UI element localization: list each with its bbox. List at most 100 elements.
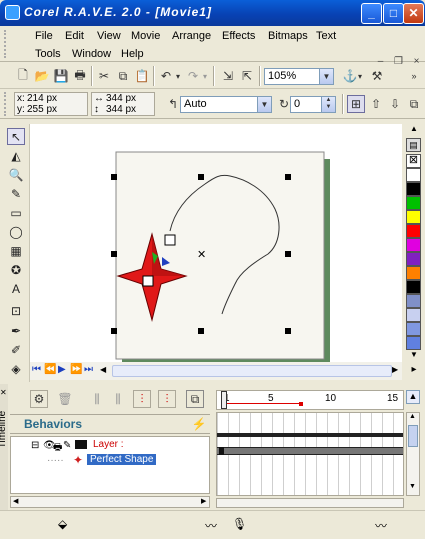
color-swatch[interactable] — [406, 238, 421, 252]
selection-handle[interactable] — [285, 174, 291, 180]
snap-dropdown-icon[interactable]: ▾ — [356, 67, 364, 85]
shape-tool-icon[interactable]: ◭ — [7, 147, 25, 164]
play-icon[interactable]: ▶ — [58, 364, 66, 375]
minimize-button[interactable]: _ — [361, 3, 382, 24]
color-swatch[interactable] — [406, 252, 421, 266]
rotation-field[interactable]: 0 ▲ ▼ — [290, 96, 336, 113]
menu-bitmaps[interactable]: Bitmaps — [268, 30, 308, 42]
scroll-right-icon[interactable]: ▶ — [201, 497, 206, 505]
menu-text[interactable]: Text — [316, 30, 336, 42]
color-swatch[interactable] — [406, 210, 421, 224]
align-icon[interactable]: ⫼ — [88, 390, 106, 408]
order-icon[interactable]: ⧉ — [405, 95, 423, 113]
color-swatch[interactable] — [406, 308, 421, 322]
first-frame-icon[interactable]: ⏮ — [32, 364, 41, 375]
maximize-button[interactable]: □ — [383, 3, 404, 24]
copy-frames-icon[interactable]: ⧉ — [186, 390, 204, 408]
ellipse-tool-icon[interactable]: ◯ — [7, 223, 25, 240]
export-icon[interactable]: ⇱ — [238, 67, 256, 85]
options-icon[interactable]: ⚒ — [368, 67, 386, 85]
graph-tool-icon[interactable]: ▦ — [7, 242, 25, 259]
color-swatch[interactable] — [406, 280, 421, 294]
rectangle-tool-icon[interactable]: ▭ — [7, 204, 25, 221]
selection-handle[interactable] — [285, 251, 291, 257]
w-value[interactable]: 344 px — [106, 94, 136, 104]
object-frames-bar[interactable] — [217, 447, 403, 455]
outline-tool-icon[interactable]: ✐ — [7, 341, 25, 358]
selection-handle[interactable] — [111, 328, 117, 334]
freehand-tool-icon[interactable]: ✎ — [7, 185, 25, 202]
close-button[interactable]: ✕ — [403, 3, 424, 24]
color-swatch[interactable] — [406, 322, 421, 336]
frame-vertical-scrollbar[interactable]: ▲ ▼ — [406, 412, 420, 496]
open-icon[interactable]: 📂 — [33, 67, 51, 85]
frame-grid[interactable] — [216, 412, 404, 496]
center-handle[interactable] — [142, 275, 154, 287]
toolbar-more-icon[interactable]: » — [407, 67, 421, 85]
text-tool-icon[interactable]: A — [7, 280, 25, 297]
selection-handle[interactable] — [198, 328, 204, 334]
next-frame-icon[interactable]: ⏩ — [70, 364, 82, 375]
color-swatch[interactable] — [406, 294, 421, 308]
x-value[interactable]: 214 px — [27, 94, 57, 104]
last-frame-icon[interactable]: ⏭ — [84, 364, 93, 375]
import-icon[interactable]: ⇲ — [219, 67, 237, 85]
to-back-icon[interactable]: ⇩ — [386, 95, 404, 113]
chevron-down-icon[interactable]: ▼ — [319, 69, 333, 84]
scroll-right-icon[interactable]: ▶ — [392, 365, 398, 374]
print-icon[interactable]: 🖶 — [71, 67, 89, 85]
pick-tool-icon[interactable]: ↖ — [7, 128, 25, 145]
basic-shapes-tool-icon[interactable]: ✪ — [7, 261, 25, 278]
distribute-icon[interactable]: ⫼ — [109, 390, 127, 408]
tree-item-perfect-shape[interactable]: Perfect Shape — [87, 454, 157, 465]
keyframe-range-icon[interactable]: ⫶ — [158, 390, 176, 408]
menu-effects[interactable]: Effects — [222, 30, 255, 42]
menu-file[interactable]: File — [35, 30, 53, 42]
prev-frame-icon[interactable]: ⏪ — [44, 364, 56, 375]
menu-arrange[interactable]: Arrange — [172, 30, 211, 42]
tweening-icon[interactable]: ⊞ — [347, 95, 365, 113]
selection-handle[interactable] — [285, 328, 291, 334]
color-swatch[interactable] — [406, 336, 421, 350]
palette-menu-icon[interactable]: ▤ — [406, 138, 421, 152]
h-value[interactable]: 344 px — [106, 105, 136, 115]
path-start-handle[interactable] — [164, 234, 176, 246]
tree-expander-icon[interactable]: ⊟ — [31, 440, 39, 451]
ruler-scroll-icon[interactable]: ▲ — [406, 390, 420, 404]
copy-icon[interactable]: ⧉ — [114, 67, 132, 85]
selection-handle[interactable] — [111, 174, 117, 180]
save-icon[interactable]: 💾 — [52, 67, 70, 85]
color-swatch[interactable] — [406, 182, 421, 196]
menu-edit[interactable]: Edit — [65, 30, 84, 42]
keyframe-icon[interactable]: ⫶ — [133, 390, 151, 408]
timeline-properties-icon[interactable]: ⚙ — [30, 390, 48, 408]
end-keyframe[interactable] — [299, 402, 303, 406]
interpolation-combo[interactable]: Auto ▼ — [180, 96, 272, 113]
edit-pencil-icon[interactable]: ✎ — [63, 440, 71, 451]
selection-handle[interactable] — [111, 251, 117, 257]
scroll-left-icon[interactable]: ◀ — [13, 497, 18, 505]
zoom-combo[interactable]: 105% ▼ — [264, 68, 334, 85]
scroll-down-icon[interactable]: ▼ — [409, 483, 416, 490]
rotation-center-marker[interactable]: ✕ — [197, 249, 206, 261]
new-icon[interactable]: 🗋 — [14, 67, 32, 85]
chevron-down-icon[interactable]: ▼ — [257, 97, 271, 112]
to-front-icon[interactable]: ⇧ — [367, 95, 385, 113]
close-icon[interactable]: ✕ — [0, 388, 7, 397]
palette-expand-icon[interactable]: ▸ — [407, 364, 421, 376]
delete-icon[interactable]: 🗑 — [56, 390, 74, 408]
layer-label[interactable]: Layer : — [93, 439, 124, 450]
microphone-icon[interactable]: 🎙 — [232, 517, 247, 531]
color-swatch[interactable] — [406, 196, 421, 210]
undo-icon[interactable]: ↶ — [157, 67, 175, 85]
palette-scroll-down-icon[interactable]: ▼ — [407, 350, 421, 362]
fill-tool-icon[interactable]: ◈ — [7, 360, 25, 377]
timeline-docker-handle[interactable]: ✕ Timeline — [0, 384, 8, 510]
playhead[interactable] — [221, 391, 227, 409]
start-keyframe[interactable] — [219, 447, 224, 455]
undo-dropdown-icon[interactable]: ▾ — [174, 67, 182, 85]
horizontal-scrollbar[interactable] — [112, 365, 392, 377]
cut-icon[interactable]: ✂ — [95, 67, 113, 85]
eyedropper-tool-icon[interactable]: ✒ — [7, 322, 25, 339]
paste-icon[interactable]: 📋 — [133, 67, 151, 85]
